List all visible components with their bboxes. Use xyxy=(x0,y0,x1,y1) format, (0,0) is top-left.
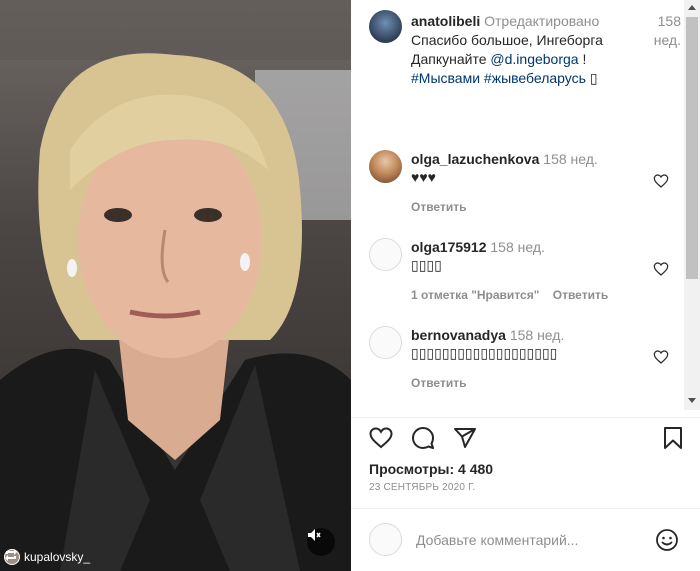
author-username[interactable]: anatolibeli xyxy=(411,13,480,29)
caption-line-2-suffix: ! xyxy=(578,51,587,67)
likes-count[interactable]: 1 отметка "Нравится" xyxy=(411,288,539,302)
caption-time[interactable]: 158 нед. xyxy=(645,12,681,50)
bookmark-icon[interactable] xyxy=(661,426,685,450)
hashtags-link[interactable]: #Мысвами #жывебеларусь xyxy=(411,70,586,86)
like-heart-icon[interactable] xyxy=(653,173,669,189)
caption-line-2-prefix: Дапкунайте xyxy=(411,51,491,67)
comment-item: olga175912 158 нед. ▯▯▯▯ 1 отметка "Нрав… xyxy=(369,238,679,308)
video-frame xyxy=(0,0,351,571)
comment-avatar[interactable] xyxy=(369,326,402,359)
comment-text: ♥♥♥ xyxy=(411,169,436,185)
comment-text: ▯▯▯▯▯▯▯▯▯▯▯▯▯▯▯▯▯▯▯ xyxy=(411,345,558,361)
like-heart-icon[interactable] xyxy=(369,426,393,450)
reply-button[interactable]: Ответить xyxy=(411,200,466,214)
like-heart-icon[interactable] xyxy=(653,349,669,365)
reply-button[interactable]: Ответить xyxy=(553,288,608,302)
divider xyxy=(351,508,700,509)
comment-avatar[interactable] xyxy=(369,238,402,271)
comment-time[interactable]: 158 нед. xyxy=(490,239,545,255)
current-user-avatar xyxy=(369,523,402,556)
comments-scrollbar[interactable] xyxy=(684,0,700,410)
like-heart-icon[interactable] xyxy=(653,261,669,277)
caption-emoji: ▯ xyxy=(589,70,598,86)
comment-item: olga_lazuchenkova 158 нед. ♥♥♥ Ответить xyxy=(369,150,679,220)
scroll-up-arrow-icon[interactable] xyxy=(688,5,696,10)
repost-icon xyxy=(5,549,17,561)
post-panel: 158 нед. anatolibeli Отредактировано Спа… xyxy=(351,0,700,571)
comment-avatar[interactable] xyxy=(369,150,402,183)
comment-username[interactable]: olga_lazuchenkova xyxy=(411,151,539,167)
mute-button[interactable] xyxy=(307,528,335,556)
comments-list[interactable]: 158 нед. anatolibeli Отредактировано Спа… xyxy=(351,0,684,410)
repost-credit[interactable]: kupalovsky_ xyxy=(4,549,90,565)
edited-label: Отредактировано xyxy=(484,13,600,29)
mute-icon xyxy=(308,529,321,541)
emoji-smile-icon[interactable] xyxy=(655,528,679,552)
caption-line-1: Спасибо большое, Ингеборга xyxy=(411,32,603,48)
comment-username[interactable]: bernovanadya xyxy=(411,327,506,343)
reply-button[interactable]: Ответить xyxy=(411,376,466,390)
add-comment-form xyxy=(369,523,685,557)
comment-username[interactable]: olga175912 xyxy=(411,239,487,255)
scroll-down-arrow-icon[interactable] xyxy=(688,398,696,403)
divider xyxy=(351,417,700,418)
mention-link[interactable]: @d.ingeborga xyxy=(490,51,578,67)
views-count: Просмотры: 4 480 xyxy=(369,461,494,477)
repost-username[interactable]: kupalovsky_ xyxy=(24,550,90,564)
comment-text: ▯▯▯▯ xyxy=(411,257,442,273)
comment-time[interactable]: 158 нед. xyxy=(543,151,598,167)
comment-item: bernovanadya 158 нед. ▯▯▯▯▯▯▯▯▯▯▯▯▯▯▯▯▯▯… xyxy=(369,326,679,396)
comment-input[interactable] xyxy=(416,529,606,551)
share-send-icon[interactable] xyxy=(453,426,477,450)
video-player[interactable]: kupalovsky_ xyxy=(0,0,351,571)
author-avatar[interactable] xyxy=(369,10,402,43)
comment-time[interactable]: 158 нед. xyxy=(510,327,565,343)
scroll-thumb[interactable] xyxy=(686,17,698,279)
comment-bubble-icon[interactable] xyxy=(411,426,435,450)
action-bar xyxy=(369,426,685,452)
post-date[interactable]: 23 СЕНТЯБРЬ 2020 Г. xyxy=(369,482,476,493)
